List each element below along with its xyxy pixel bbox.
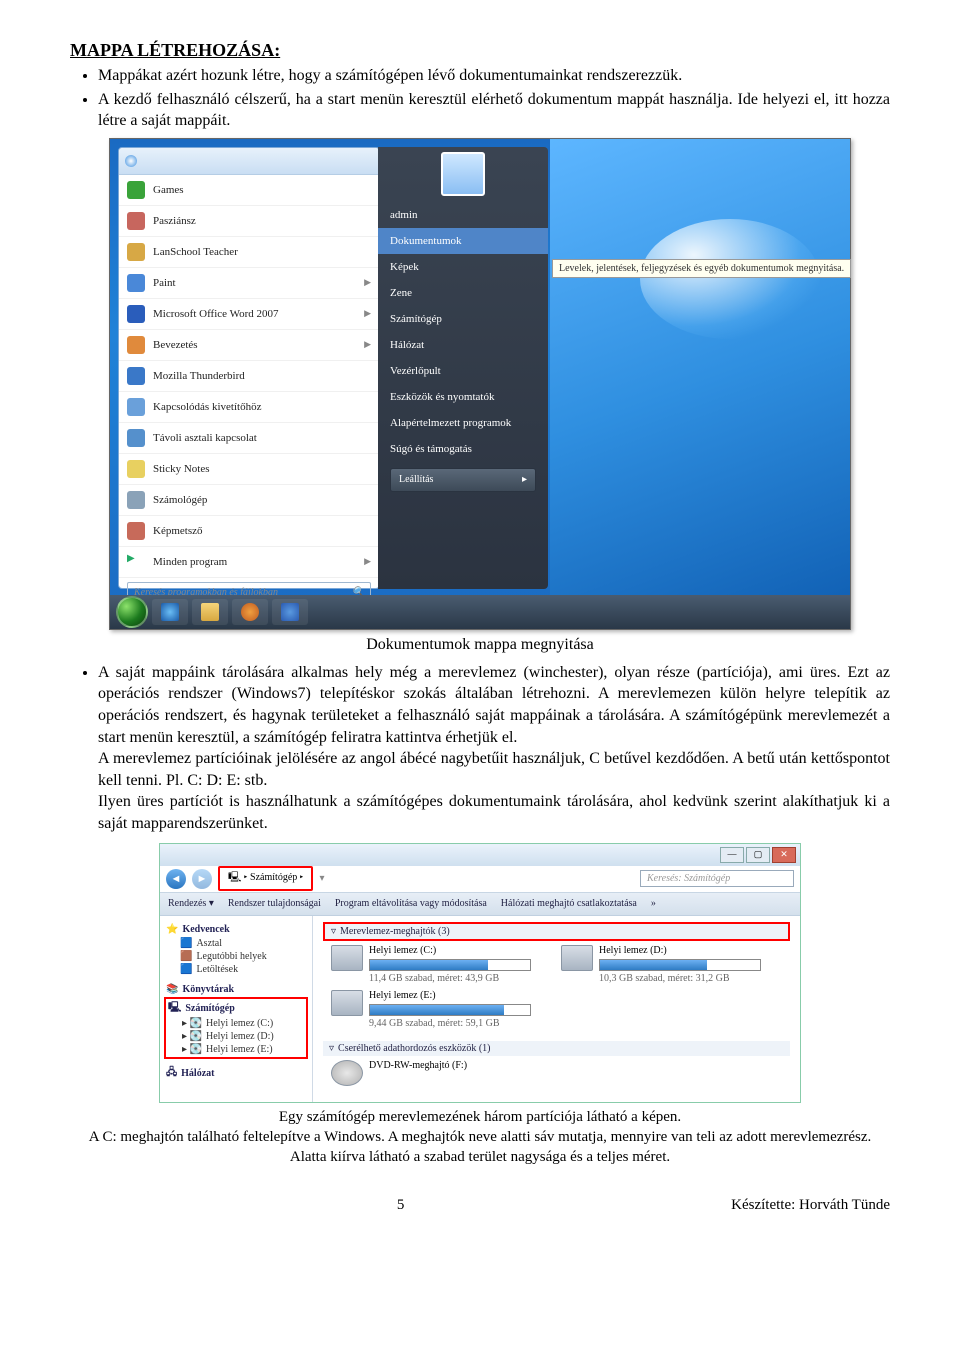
start-item-bevezet-s[interactable]: Bevezetés▶ [119,330,379,361]
start-menu-screenshot: GamesPasziánszLanSchool TeacherPaint▶Mic… [109,138,851,630]
window-orb-icon [125,155,137,167]
sidebar-drive-e[interactable]: ▸ 💽 Helyi lemez (E:) [168,1043,304,1056]
drive-helyilemezc[interactable]: Helyi lemez (C:)11,4 GB szabad, méret: 4… [331,945,531,986]
start-right-s-g-s-t-mogat-s[interactable]: Súgó és támogatás [378,436,548,462]
sidebar-libraries[interactable]: 📚 Könyvtárak [166,984,306,995]
chevron-right-icon: ▶ [364,556,371,567]
sidebar-desktop[interactable]: 🟦 Asztal [166,937,306,950]
sidebar-drive-c[interactable]: ▸ 💽 Helyi lemez (C:) [168,1017,304,1030]
start-item-minden-program[interactable]: ▶Minden program▶ [119,547,379,578]
start-item-games[interactable]: Games [119,175,379,206]
page-title: MAPPA LÉTREHOZÁSA: [70,40,890,61]
sidebar-network[interactable]: 🖧 Hálózat [166,1065,306,1082]
taskbar-thunderbird[interactable] [272,599,308,625]
chevron-right-icon: ▶ [364,308,371,319]
app-icon [127,243,145,261]
chevron-right-icon: ▶ [364,277,371,288]
breadcrumb-computer[interactable]: 🖳 ▸ Számítógép ▸ [218,866,313,891]
close-button[interactable]: ✕ [772,847,796,863]
category-hdd[interactable]: ▿ Merevlemez-meghajtók (3) [323,922,790,941]
app-icon [127,336,145,354]
start-orb[interactable] [116,596,148,628]
app-icon [127,491,145,509]
sidebar-computer[interactable]: 🖳 Számítógép [168,1000,304,1017]
wmp-icon [241,603,259,621]
app-icon [127,274,145,292]
figure-caption-2: Egy számítógép merevlemezének három part… [70,1107,890,1168]
ie-icon [161,603,179,621]
app-icon [127,522,145,540]
body-paragraph: A saját mappáink tárolására alkalmas hel… [98,662,890,835]
app-icon [127,460,145,478]
drive-helyilemeze[interactable]: Helyi lemez (E:)9,44 GB szabad, méret: 5… [331,990,531,1031]
sidebar-favorites[interactable]: ⭐ Kedvencek [166,924,306,935]
start-item-sticky-notes[interactable]: Sticky Notes [119,454,379,485]
drive-dvd[interactable]: DVD-RW-meghajtó (F:) [331,1060,531,1086]
start-right-eszk-z-k-s-nyomtat-k[interactable]: Eszközök és nyomtatók [378,384,548,410]
start-right-alap-rtelmezett-programok[interactable]: Alapértelmezett programok [378,410,548,436]
minimize-button[interactable]: — [720,847,744,863]
start-item-t-voli-asztali-kapcsolat[interactable]: Távoli asztali kapcsolat [119,423,379,454]
maximize-button[interactable]: ▢ [746,847,770,863]
back-button[interactable]: ◄ [166,869,186,889]
footer-credit: Készítette: Horváth Tünde [731,1197,890,1214]
start-item-lanschool-teacher[interactable]: LanSchool Teacher [119,237,379,268]
page-number: 5 [397,1197,405,1214]
toolbar-item[interactable]: Program eltávolítása vagy módosítása [335,898,487,909]
start-item-microsoft-office-word-2007[interactable]: Microsoft Office Word 2007▶ [119,299,379,330]
start-item-paint[interactable]: Paint▶ [119,268,379,299]
app-icon [127,367,145,385]
start-item-k-pmetsz-[interactable]: Képmetsző [119,516,379,547]
folder-icon [201,603,219,621]
drive-icon [561,945,593,971]
start-right-admin[interactable]: admin [378,202,548,228]
start-item-sz-mol-g-p[interactable]: Számológép [119,485,379,516]
start-right-dokumentumok[interactable]: Dokumentumok [378,228,548,254]
app-icon [127,429,145,447]
toolbar-item[interactable]: Rendezés ▾ [168,898,214,909]
explorer-screenshot: — ▢ ✕ ◄ ► 🖳 ▸ Számítógép ▸ ▾ Keresés: Sz… [159,843,801,1103]
start-item-kapcsol-d-s-kivet-t-h-z[interactable]: Kapcsolódás kivetítőhöz [119,392,379,423]
sidebar-drive-d[interactable]: ▸ 💽 Helyi lemez (D:) [168,1030,304,1043]
dvd-icon [331,1060,363,1086]
intro-item: A kezdő felhasználó célszerű, ha a start… [98,89,890,132]
shutdown-button[interactable]: Leállítás▸ [390,468,536,492]
start-right-zene[interactable]: Zene [378,280,548,306]
app-icon: ▶ [127,553,145,571]
taskbar [110,595,850,629]
app-icon [127,212,145,230]
category-removable[interactable]: ▿ Cserélhető adathordozós eszközök (1) [323,1041,790,1056]
user-avatar[interactable] [441,152,485,196]
start-right-h-l-zat[interactable]: Hálózat [378,332,548,358]
explorer-search-input[interactable]: Keresés: Számítógép [640,870,794,887]
start-right-sz-m-t-g-p[interactable]: Számítógép [378,306,548,332]
toolbar-item[interactable]: Hálózati meghajtó csatlakoztatása [501,898,637,909]
drive-icon [331,990,363,1016]
intro-item: Mappákat azért hozunk létre, hogy a szám… [98,65,890,87]
start-right-vez-rl-pult[interactable]: Vezérlőpult [378,358,548,384]
sidebar-recent[interactable]: 🟫 Legutóbbi helyek [166,950,306,963]
app-icon [127,305,145,323]
app-icon [127,181,145,199]
start-item-paszi-nsz[interactable]: Pasziánsz [119,206,379,237]
thunderbird-icon [281,603,299,621]
start-item-mozilla-thunderbird[interactable]: Mozilla Thunderbird [119,361,379,392]
sidebar-downloads[interactable]: 🟦 Letöltések [166,963,306,976]
drive-helyilemezd[interactable]: Helyi lemez (D:)10,3 GB szabad, méret: 3… [561,945,761,986]
toolbar-item[interactable]: » [651,898,656,909]
start-right-k-pek[interactable]: Képek [378,254,548,280]
tooltip: Levelek, jelentések, feljegyzések és egy… [552,259,851,278]
app-icon [127,398,145,416]
taskbar-wmp[interactable] [232,599,268,625]
forward-button[interactable]: ► [192,869,212,889]
taskbar-explorer[interactable] [192,599,228,625]
explorer-toolbar: Rendezés ▾ Rendszer tulajdonságai Program … [160,893,800,916]
chevron-right-icon: ▶ [364,339,371,350]
drive-icon [331,945,363,971]
taskbar-ie[interactable] [152,599,188,625]
toolbar-item[interactable]: Rendszer tulajdonságai [228,898,321,909]
figure-caption: Dokumentumok mappa megnyitása [70,636,890,654]
